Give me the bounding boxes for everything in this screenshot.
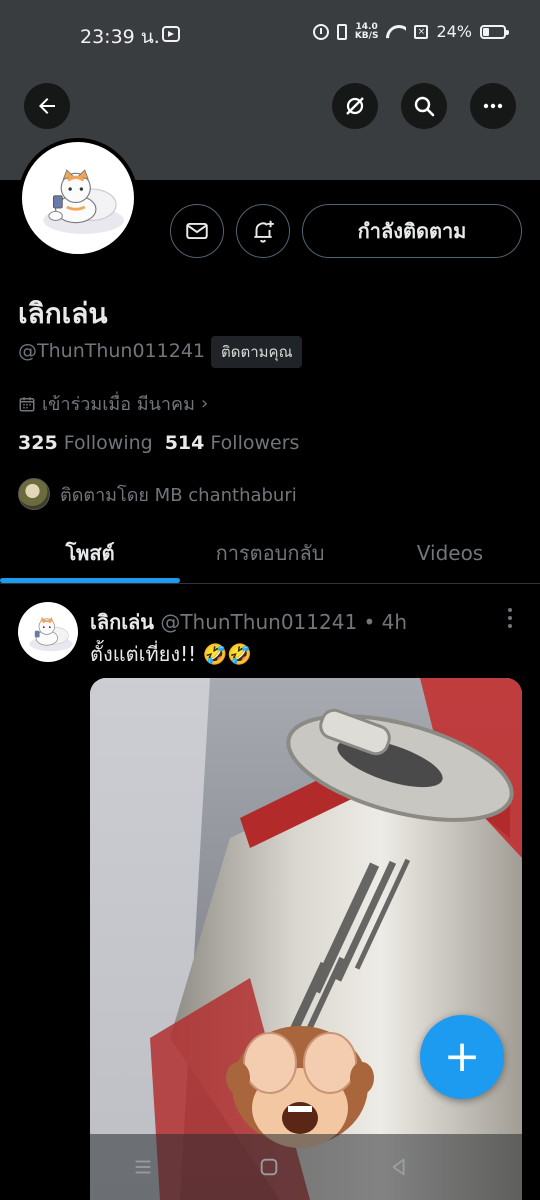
joined-text: เข้าร่วมเมื่อ มีนาคม <box>42 394 195 415</box>
battery-icon <box>480 24 509 39</box>
profile-handle: @ThunThun011241 <box>18 340 205 362</box>
followers-count: 514 <box>164 432 205 454</box>
followers-label: Followers <box>210 432 300 454</box>
profile-avatar[interactable] <box>18 138 138 258</box>
post-author-avatar[interactable] <box>18 602 78 662</box>
post-image[interactable] <box>90 678 522 1200</box>
following-link[interactable]: 325 Following <box>18 432 153 454</box>
mail-icon <box>186 222 208 240</box>
status-time: 23:39 น. <box>80 26 160 48</box>
grok-button[interactable] <box>332 83 378 129</box>
cat-avatar-image <box>29 617 73 652</box>
followed-by-text: ติดตามโดย MB chanthaburi <box>60 484 297 506</box>
post-author-meta: @ThunThun011241 • 4h <box>160 610 408 634</box>
wifi-icon <box>386 25 406 39</box>
post-text-body: ตั้งแต่เที่ยง!! <box>90 642 197 666</box>
more-horizontal-icon <box>483 103 503 109</box>
following-button[interactable]: กำลังติดตาม <box>302 204 522 258</box>
back-triangle-icon <box>392 1158 405 1176</box>
system-back-button[interactable] <box>384 1152 414 1182</box>
profile-stats: 325 Following 514 Followers <box>18 432 299 454</box>
alarm-icon <box>312 23 329 40</box>
followers-link[interactable]: 514 Followers <box>165 432 300 454</box>
home-button[interactable] <box>254 1152 284 1182</box>
back-button[interactable] <box>24 83 70 129</box>
post-more-button[interactable] <box>504 608 516 630</box>
menu-icon <box>135 1160 151 1174</box>
profile-display-name: เลิกเล่น <box>18 297 108 330</box>
battery-percent: 24% <box>436 22 472 41</box>
notify-button[interactable] <box>236 204 290 258</box>
post-text: ตั้งแต่เที่ยง!! 🤣🤣 <box>90 638 252 670</box>
more-options-button[interactable] <box>470 83 516 129</box>
following-label: Following <box>63 432 153 454</box>
soda-can-photo <box>90 678 522 1200</box>
home-square-icon <box>260 1158 278 1176</box>
post-header: เลิกเล่น @ThunThun011241 • 4h <box>90 606 407 638</box>
compose-post-button[interactable]: + <box>420 1015 504 1099</box>
chevron-right-icon: › <box>200 393 209 414</box>
follows-you-badge: ติดตามคุณ <box>211 336 303 368</box>
joined-date[interactable]: เข้าร่วมเมื่อ มีนาคม › <box>18 389 208 418</box>
search-button[interactable] <box>401 83 447 129</box>
followed-by[interactable]: ติดตามโดย MB chanthaburi <box>18 478 297 510</box>
tab-videos[interactable]: Videos <box>360 522 540 584</box>
no-sim-icon: × <box>414 24 429 39</box>
cat-avatar-image <box>43 169 124 234</box>
following-count: 325 <box>18 432 58 454</box>
tab-active-indicator <box>0 578 180 583</box>
bell-plus-icon <box>254 220 274 243</box>
search-icon <box>414 96 435 117</box>
post-author-name[interactable]: เลิกเล่น <box>90 610 154 634</box>
grok-icon <box>346 97 364 115</box>
follower-avatar <box>18 478 50 510</box>
recent-apps-button[interactable] <box>128 1152 158 1182</box>
arrow-left-icon <box>39 98 55 114</box>
plus-icon: + <box>443 1031 481 1082</box>
status-bar: 23:39 น. 14.0 KB/S × 24% <box>0 0 540 68</box>
tab-replies[interactable]: การตอบกลับ <box>180 522 360 584</box>
system-nav-bar <box>90 1134 522 1200</box>
post-emoji: 🤣🤣 <box>202 642 253 666</box>
media-app-icon <box>162 26 180 42</box>
message-button[interactable] <box>170 204 224 258</box>
status-icons: 14.0 KB/S × 24% <box>312 22 509 41</box>
profile-tabs: โพสต์ การตอบกลับ Videos <box>0 522 540 584</box>
network-speed: 14.0 KB/S <box>354 22 379 41</box>
vibrate-icon <box>336 23 347 40</box>
calendar-icon <box>19 396 35 411</box>
tab-posts[interactable]: โพสต์ <box>0 522 180 584</box>
network-speed-unit: KB/S <box>354 30 379 41</box>
